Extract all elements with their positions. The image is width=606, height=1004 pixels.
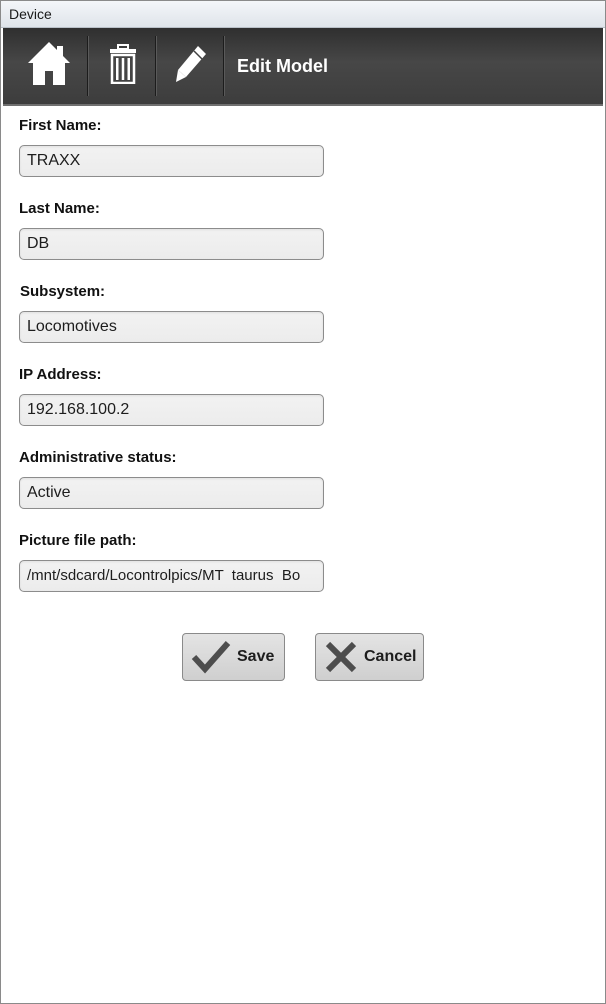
subsystem-field[interactable]: Locomotives [19, 311, 324, 343]
delete-button[interactable] [91, 28, 155, 104]
close-icon [324, 640, 358, 674]
first-name-field[interactable]: TRAXX [19, 145, 324, 177]
last-name-field[interactable]: DB [19, 228, 324, 260]
toolbar: Edit Model [3, 28, 603, 106]
toolbar-separator [223, 36, 225, 96]
cancel-label: Cancel [364, 648, 417, 665]
picture-path-label: Picture file path: [19, 532, 137, 549]
device-window: Device Edit Model First Name: TRAXX Last… [0, 0, 606, 1004]
ip-address-field[interactable]: 192.168.100.2 [19, 394, 324, 426]
cancel-button[interactable]: Cancel [315, 633, 424, 681]
trash-icon [108, 43, 138, 89]
save-button[interactable]: Save [182, 633, 285, 681]
subsystem-label: Subsystem: [20, 283, 106, 300]
ip-address-label: IP Address: [19, 366, 102, 383]
edit-button[interactable] [159, 28, 223, 104]
checkmark-icon [191, 640, 231, 674]
last-name-label: Last Name: [19, 200, 100, 217]
admin-status-field[interactable]: Active [19, 477, 324, 509]
pencil-icon [174, 44, 208, 89]
first-name-label: First Name: [19, 117, 102, 134]
home-button[interactable] [11, 28, 87, 104]
admin-status-label: Administrative status: [19, 449, 177, 466]
save-label: Save [237, 648, 275, 665]
page-title: Edit Model [237, 56, 328, 76]
picture-path-field[interactable]: /mnt/sdcard/Locontrolpics/MT taurus Bo [19, 560, 324, 592]
window-title: Device [1, 1, 605, 28]
home-icon [26, 40, 72, 93]
toolbar-separator [155, 36, 157, 96]
toolbar-separator [87, 36, 89, 96]
